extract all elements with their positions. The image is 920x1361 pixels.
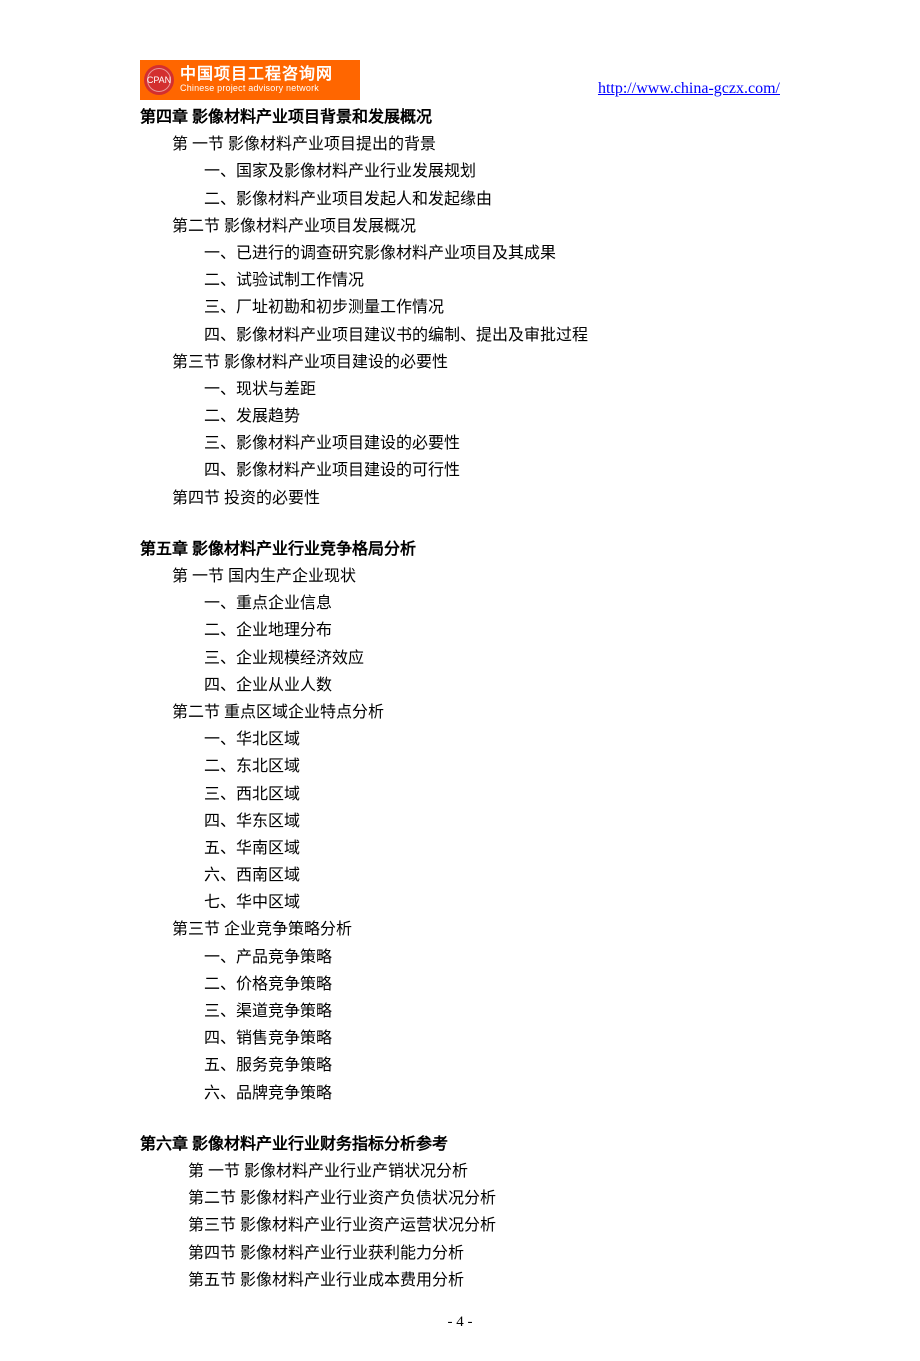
toc-content: 第四章 影像材料产业项目背景和发展概况 第 一节 影像材料产业项目提出的背景 一… xyxy=(140,104,780,1294)
chapter-5-title: 第五章 影像材料产业行业竞争格局分析 xyxy=(140,536,780,563)
site-logo: CPAN 中国项目工程咨询网 Chinese project advisory … xyxy=(140,60,360,100)
toc-item: 四、影像材料产业项目建设的可行性 xyxy=(140,457,780,484)
logo-text: 中国项目工程咨询网 Chinese project advisory netwo… xyxy=(180,66,333,93)
logo-en-text: Chinese project advisory network xyxy=(180,84,333,94)
chapter-5-section-2: 第二节 重点区域企业特点分析 xyxy=(140,699,780,726)
header-url-link[interactable]: http://www.china-gczx.com/ xyxy=(598,80,780,100)
toc-item: 一、华北区域 xyxy=(140,726,780,753)
toc-item: 三、企业规模经济效应 xyxy=(140,645,780,672)
toc-item: 一、现状与差距 xyxy=(140,376,780,403)
toc-item: 二、价格竞争策略 xyxy=(140,971,780,998)
chapter-5-section-1: 第 一节 国内生产企业现状 xyxy=(140,563,780,590)
chapter-4-section-4: 第四节 投资的必要性 xyxy=(140,485,780,512)
chapter-6-section-4: 第四节 影像材料产业行业获利能力分析 xyxy=(140,1240,780,1267)
chapter-6-section-5: 第五节 影像材料产业行业成本费用分析 xyxy=(140,1267,780,1294)
toc-item: 三、西北区域 xyxy=(140,781,780,808)
chapter-6-section-3: 第三节 影像材料产业行业资产运营状况分析 xyxy=(140,1212,780,1239)
toc-item: 五、华南区域 xyxy=(140,835,780,862)
chapter-4-section-3: 第三节 影像材料产业项目建设的必要性 xyxy=(140,349,780,376)
chapter-4-title: 第四章 影像材料产业项目背景和发展概况 xyxy=(140,104,780,131)
toc-item: 六、品牌竞争策略 xyxy=(140,1080,780,1107)
toc-item: 一、产品竞争策略 xyxy=(140,944,780,971)
toc-item: 一、已进行的调查研究影像材料产业项目及其成果 xyxy=(140,240,780,267)
chapter-5-section-3: 第三节 企业竞争策略分析 xyxy=(140,916,780,943)
toc-item: 四、华东区域 xyxy=(140,808,780,835)
toc-item: 四、企业从业人数 xyxy=(140,672,780,699)
toc-item: 三、渠道竞争策略 xyxy=(140,998,780,1025)
page-header: CPAN 中国项目工程咨询网 Chinese project advisory … xyxy=(140,60,780,100)
toc-item: 七、华中区域 xyxy=(140,889,780,916)
toc-item: 六、西南区域 xyxy=(140,862,780,889)
document-page: CPAN 中国项目工程咨询网 Chinese project advisory … xyxy=(0,0,920,1361)
toc-item: 三、厂址初勘和初步测量工作情况 xyxy=(140,294,780,321)
page-number: - 4 - xyxy=(140,1314,780,1331)
chapter-6-section-1: 第 一节 影像材料产业行业产销状况分析 xyxy=(140,1158,780,1185)
toc-item: 三、影像材料产业项目建设的必要性 xyxy=(140,430,780,457)
chapter-6-title: 第六章 影像材料产业行业财务指标分析参考 xyxy=(140,1131,780,1158)
toc-item: 二、企业地理分布 xyxy=(140,617,780,644)
chapter-4-section-1: 第 一节 影像材料产业项目提出的背景 xyxy=(140,131,780,158)
toc-item: 四、销售竞争策略 xyxy=(140,1025,780,1052)
toc-item: 一、重点企业信息 xyxy=(140,590,780,617)
toc-item: 二、东北区域 xyxy=(140,753,780,780)
chapter-6-section-2: 第二节 影像材料产业行业资产负债状况分析 xyxy=(140,1185,780,1212)
toc-item: 五、服务竞争策略 xyxy=(140,1052,780,1079)
toc-item: 四、影像材料产业项目建议书的编制、提出及审批过程 xyxy=(140,322,780,349)
toc-item: 一、国家及影像材料产业行业发展规划 xyxy=(140,158,780,185)
chapter-4-section-2: 第二节 影像材料产业项目发展概况 xyxy=(140,213,780,240)
toc-item: 二、发展趋势 xyxy=(140,403,780,430)
logo-badge-icon: CPAN xyxy=(144,65,174,95)
toc-item: 二、试验试制工作情况 xyxy=(140,267,780,294)
logo-cn-text: 中国项目工程咨询网 xyxy=(180,66,333,84)
toc-item: 二、影像材料产业项目发起人和发起缘由 xyxy=(140,186,780,213)
